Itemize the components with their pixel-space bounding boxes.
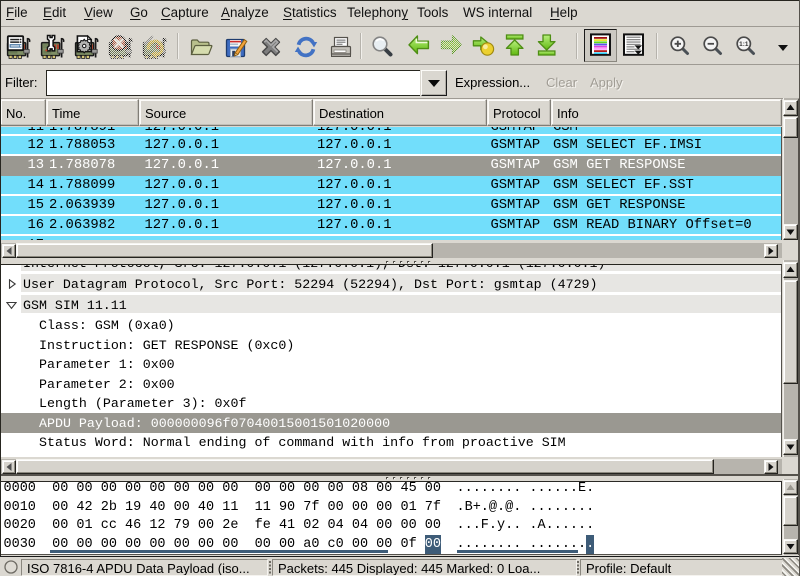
svg-text:1:1: 1:1: [739, 41, 749, 48]
